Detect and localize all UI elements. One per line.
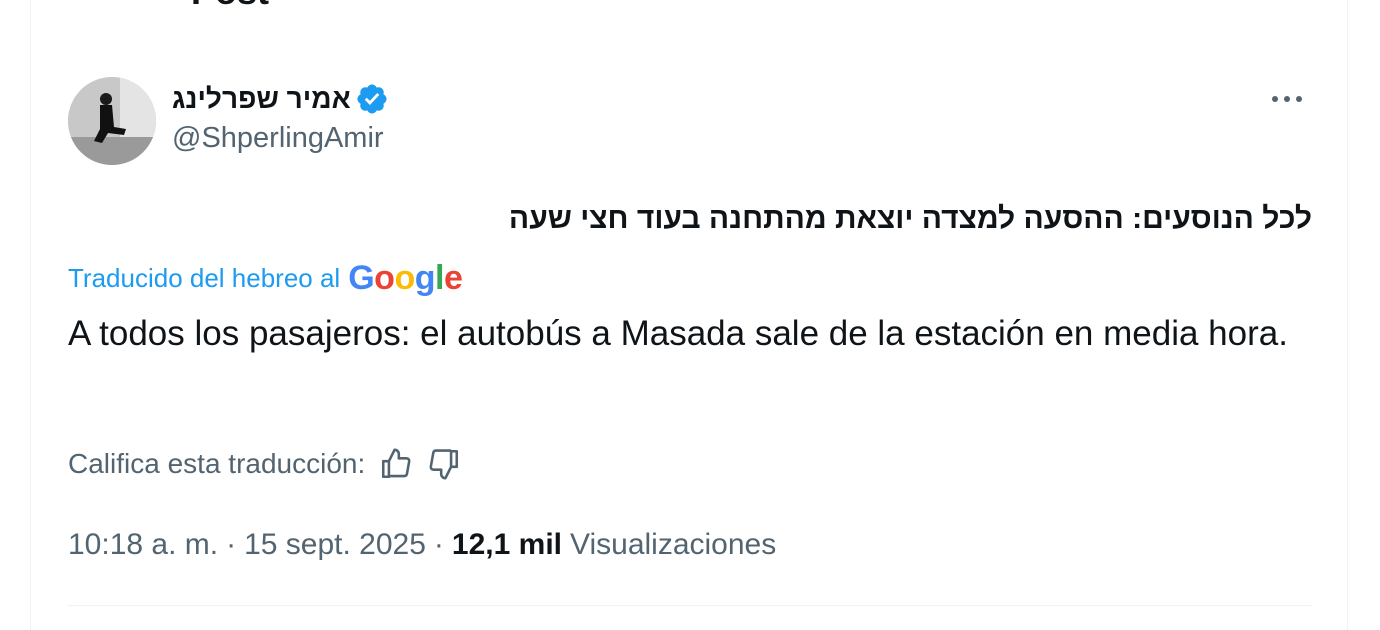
translation-attribution: Traducido del hebreo al Google (68, 256, 463, 300)
tweet-date[interactable]: 15 sept. 2025 (244, 528, 426, 562)
tweet-meta-row: 10:18 a. m. · 15 sept. 2025 · 12,1 mil V… (68, 528, 776, 562)
avatar-photo (68, 77, 156, 165)
author-handle[interactable]: @ShperlingAmir (172, 122, 384, 155)
author-name-row: אמיר שפרלינג (172, 80, 389, 118)
translated-by-link[interactable]: Traducido del hebreo al (68, 263, 340, 294)
meta-separator: · (433, 528, 444, 561)
author-display-name[interactable]: אמיר שפרלינג (172, 83, 351, 115)
rate-translation-label: Califica esta traducción: (68, 448, 366, 479)
page-title: Post (191, 0, 269, 14)
views-label: Visualizaciones (570, 528, 777, 561)
views-count: 12,1 mil (451, 528, 562, 561)
thumbs-down-icon[interactable] (427, 447, 461, 481)
verified-badge-icon (357, 84, 387, 114)
post-header-bar: Post (31, 0, 1347, 14)
google-logo: Google (348, 258, 463, 297)
meta-separator: · (226, 528, 237, 561)
tweet-time[interactable]: 10:18 a. m. (68, 528, 218, 562)
divider (68, 605, 1312, 606)
post-detail-panel: Post אמיר שפרלינג @ShperlingAmir לכל הנו… (30, 0, 1348, 630)
thumbs-up-icon[interactable] (379, 447, 413, 481)
tweet-original-text: לכל הנוסעים: ההסעה למצדה יוצאת מהתחנה בע… (508, 202, 1312, 235)
rate-translation-row: Califica esta traducción: (68, 444, 461, 484)
more-horizontal-icon[interactable] (1267, 84, 1307, 114)
avatar[interactable] (68, 77, 156, 165)
tweet-translation-text: A todos los pasajeros: el autobús a Masa… (68, 314, 1288, 353)
